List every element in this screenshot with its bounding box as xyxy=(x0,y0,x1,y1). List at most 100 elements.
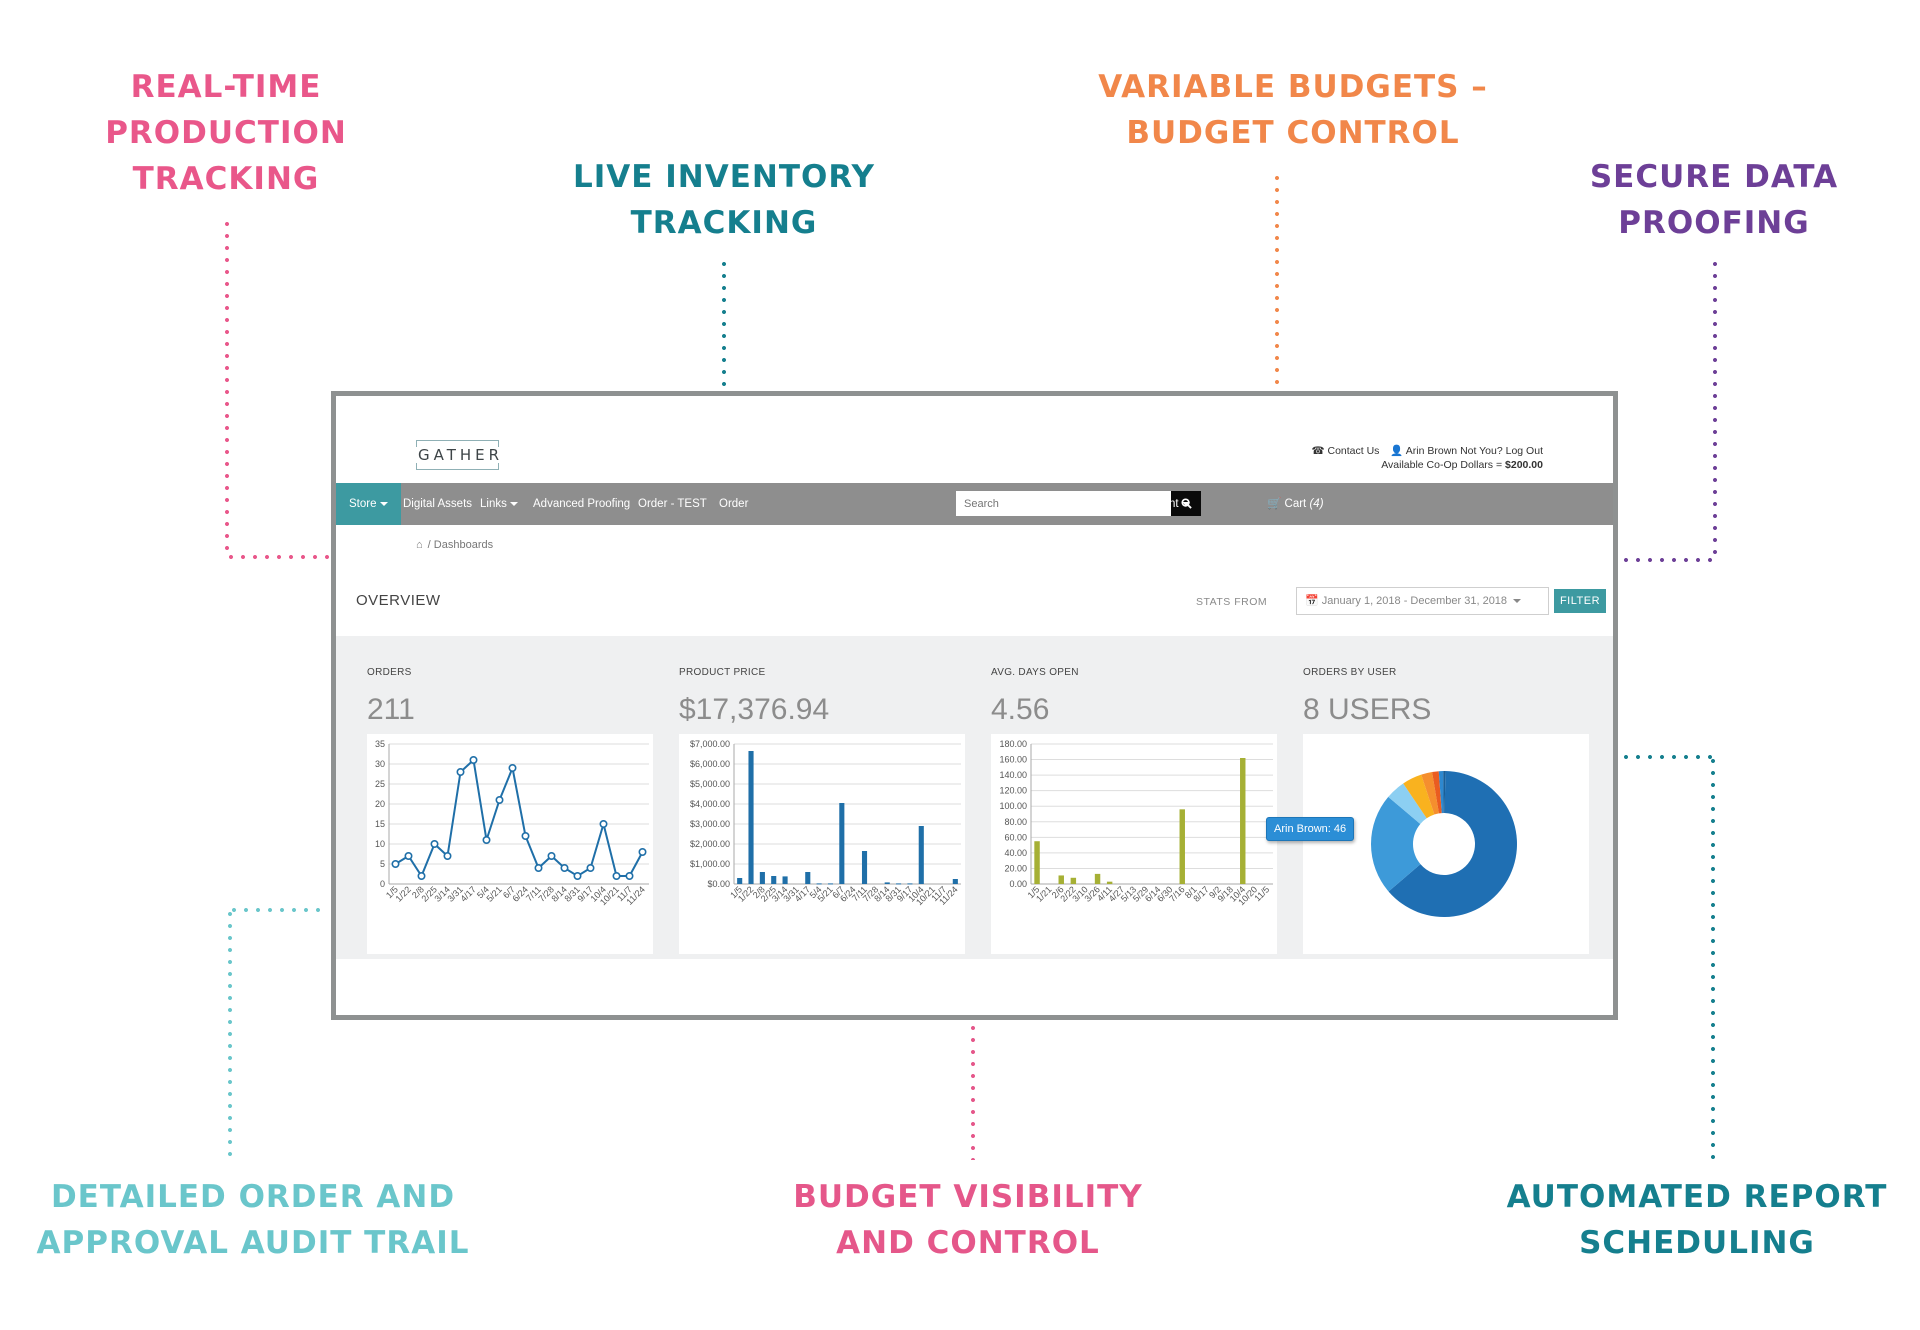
date-range-picker[interactable]: 📅 January 1, 2018 - December 31, 2018 xyxy=(1296,587,1549,615)
y-tick-label: $7,000.00 xyxy=(690,739,730,749)
cart-count: (4) xyxy=(1309,498,1324,510)
data-point[interactable] xyxy=(391,860,400,869)
bar[interactable] xyxy=(907,883,913,885)
logo[interactable]: GATHER xyxy=(416,440,505,470)
y-tick-label: $2,000.00 xyxy=(690,839,730,849)
coop-value: $200.00 xyxy=(1505,459,1543,471)
user-info: 👤 Arin Brown Not You? Log Out xyxy=(1390,445,1543,457)
data-point[interactable] xyxy=(586,864,595,873)
x-tick-label: 11/5 xyxy=(1252,884,1271,903)
bar[interactable] xyxy=(827,883,834,885)
stat-label: ORDERS BY USER xyxy=(1303,667,1397,678)
callout-line: PROOFING xyxy=(1618,205,1810,241)
nav-item-account[interactable]: Account xyxy=(1124,483,1203,525)
data-point[interactable] xyxy=(547,852,556,861)
stat-orders: ORDERS 211 0 5 10 15 20 25 30 35 1/5 1/22 2/8 2/25 3… xyxy=(367,636,653,959)
bar[interactable] xyxy=(1058,875,1064,884)
nav-item-order[interactable]: Order xyxy=(706,483,761,525)
connector-audit-trail-h xyxy=(228,908,324,912)
data-point[interactable] xyxy=(443,852,452,861)
y-tick-label: 15 xyxy=(375,819,385,829)
callout-automated-reports: AUTOMATED REPORT SCHEDULING xyxy=(1507,1174,1888,1266)
callout-line: TRACKING xyxy=(132,161,320,197)
data-point[interactable] xyxy=(482,836,491,845)
data-point[interactable] xyxy=(560,864,569,873)
bar[interactable] xyxy=(1034,841,1040,884)
cart-icon: 🛒 xyxy=(1267,498,1282,510)
breadcrumb-dashboards[interactable]: Dashboards xyxy=(434,539,493,551)
bar[interactable] xyxy=(782,876,788,884)
calendar-icon: 📅 xyxy=(1305,595,1319,607)
bar[interactable] xyxy=(952,879,958,884)
bar[interactable] xyxy=(1070,877,1077,884)
data-point[interactable] xyxy=(508,763,517,772)
data-point[interactable] xyxy=(625,872,634,881)
y-tick-label: 120.00 xyxy=(999,786,1027,796)
avg-days-open-chart: 0.00 20.00 40.00 60.00 80.00 100.00 120.00 140.… xyxy=(991,734,1277,954)
callout-budget-visibility: BUDGET VISIBILITY AND CONTROL xyxy=(793,1174,1143,1266)
navbar: Store Digital Assets Links Advanced Proofin… xyxy=(336,483,1613,525)
bar[interactable] xyxy=(839,803,845,884)
bar[interactable] xyxy=(805,872,811,884)
connector-automated-reports-h xyxy=(1620,755,1715,759)
bar[interactable] xyxy=(737,878,743,884)
data-point[interactable] xyxy=(469,755,478,764)
data-point[interactable] xyxy=(612,872,621,881)
bar[interactable] xyxy=(1094,873,1101,884)
bar[interactable] xyxy=(896,883,902,885)
bar[interactable] xyxy=(1240,758,1246,884)
stat-label: AVG. DAYS OPEN xyxy=(991,667,1079,678)
callout-line: PRODUCTION xyxy=(105,115,347,151)
data-point[interactable] xyxy=(495,795,504,804)
chevron-down-icon xyxy=(1108,501,1117,506)
callout-live-inventory: LIVE INVENTORY TRACKING xyxy=(573,154,875,246)
data-point[interactable] xyxy=(417,872,426,881)
y-tick-label: 100.00 xyxy=(999,801,1027,811)
stat-value: 4.56 xyxy=(991,693,1050,726)
data-point[interactable] xyxy=(534,864,543,873)
breadcrumb: ⌂ / Dashboards xyxy=(416,539,494,551)
bar[interactable] xyxy=(918,826,924,884)
callout-line: LIVE INVENTORY xyxy=(573,159,875,195)
stats-from-label: STATS FROM xyxy=(1196,596,1268,608)
data-point[interactable] xyxy=(430,840,439,849)
filter-button[interactable]: FILTER xyxy=(1554,589,1606,613)
cart-link[interactable]: 🛒 Cart (4) xyxy=(1254,483,1337,525)
y-tick-label: 140.00 xyxy=(999,770,1027,780)
data-point[interactable] xyxy=(521,832,530,841)
phone-icon: ☎ xyxy=(1311,445,1325,457)
connector-live-inventory xyxy=(722,258,726,391)
bar[interactable] xyxy=(861,851,868,884)
bar[interactable] xyxy=(1106,881,1113,884)
bar[interactable] xyxy=(1179,809,1185,884)
not-you-link[interactable]: Not You? xyxy=(1460,445,1503,457)
stat-label: PRODUCT PRICE xyxy=(679,667,766,678)
y-tick-label: 20.00 xyxy=(1004,863,1027,873)
callout-secure-data-proofing: SECURE DATA PROOFING xyxy=(1590,154,1838,246)
data-point[interactable] xyxy=(456,767,465,776)
data-point[interactable] xyxy=(599,820,608,829)
data-point[interactable] xyxy=(573,872,582,881)
nav-item-tools[interactable]: Tools xyxy=(1066,483,1130,525)
data-point[interactable] xyxy=(638,848,647,857)
callout-order-audit-trail: DETAILED ORDER AND APPROVAL AUDIT TRAIL xyxy=(37,1174,470,1266)
connector-real-time xyxy=(225,218,229,558)
stat-value: 8 USERS xyxy=(1303,693,1432,726)
contact-link[interactable]: ☎ Contact Us xyxy=(1311,445,1382,457)
stat-value: $17,376.94 xyxy=(679,693,830,726)
home-icon[interactable]: ⌂ xyxy=(416,539,423,551)
bar[interactable] xyxy=(771,876,777,884)
y-tick-label: $0.00 xyxy=(707,879,730,889)
bar[interactable] xyxy=(816,883,822,885)
data-point[interactable] xyxy=(404,852,413,861)
top-links: ☎ Contact Us 👤 Arin Brown Not You? Log O… xyxy=(1303,444,1543,472)
y-tick-label: $4,000.00 xyxy=(690,799,730,809)
bar[interactable] xyxy=(748,751,754,884)
y-tick-label: $6,000.00 xyxy=(690,759,730,769)
connector-automated-reports xyxy=(1711,755,1715,1160)
bar[interactable] xyxy=(884,882,890,884)
callout-line: AUTOMATED REPORT xyxy=(1506,1179,1888,1215)
chevron-down-icon xyxy=(1057,501,1066,506)
logout-link[interactable]: Log Out xyxy=(1506,445,1543,457)
bar[interactable] xyxy=(759,872,765,884)
